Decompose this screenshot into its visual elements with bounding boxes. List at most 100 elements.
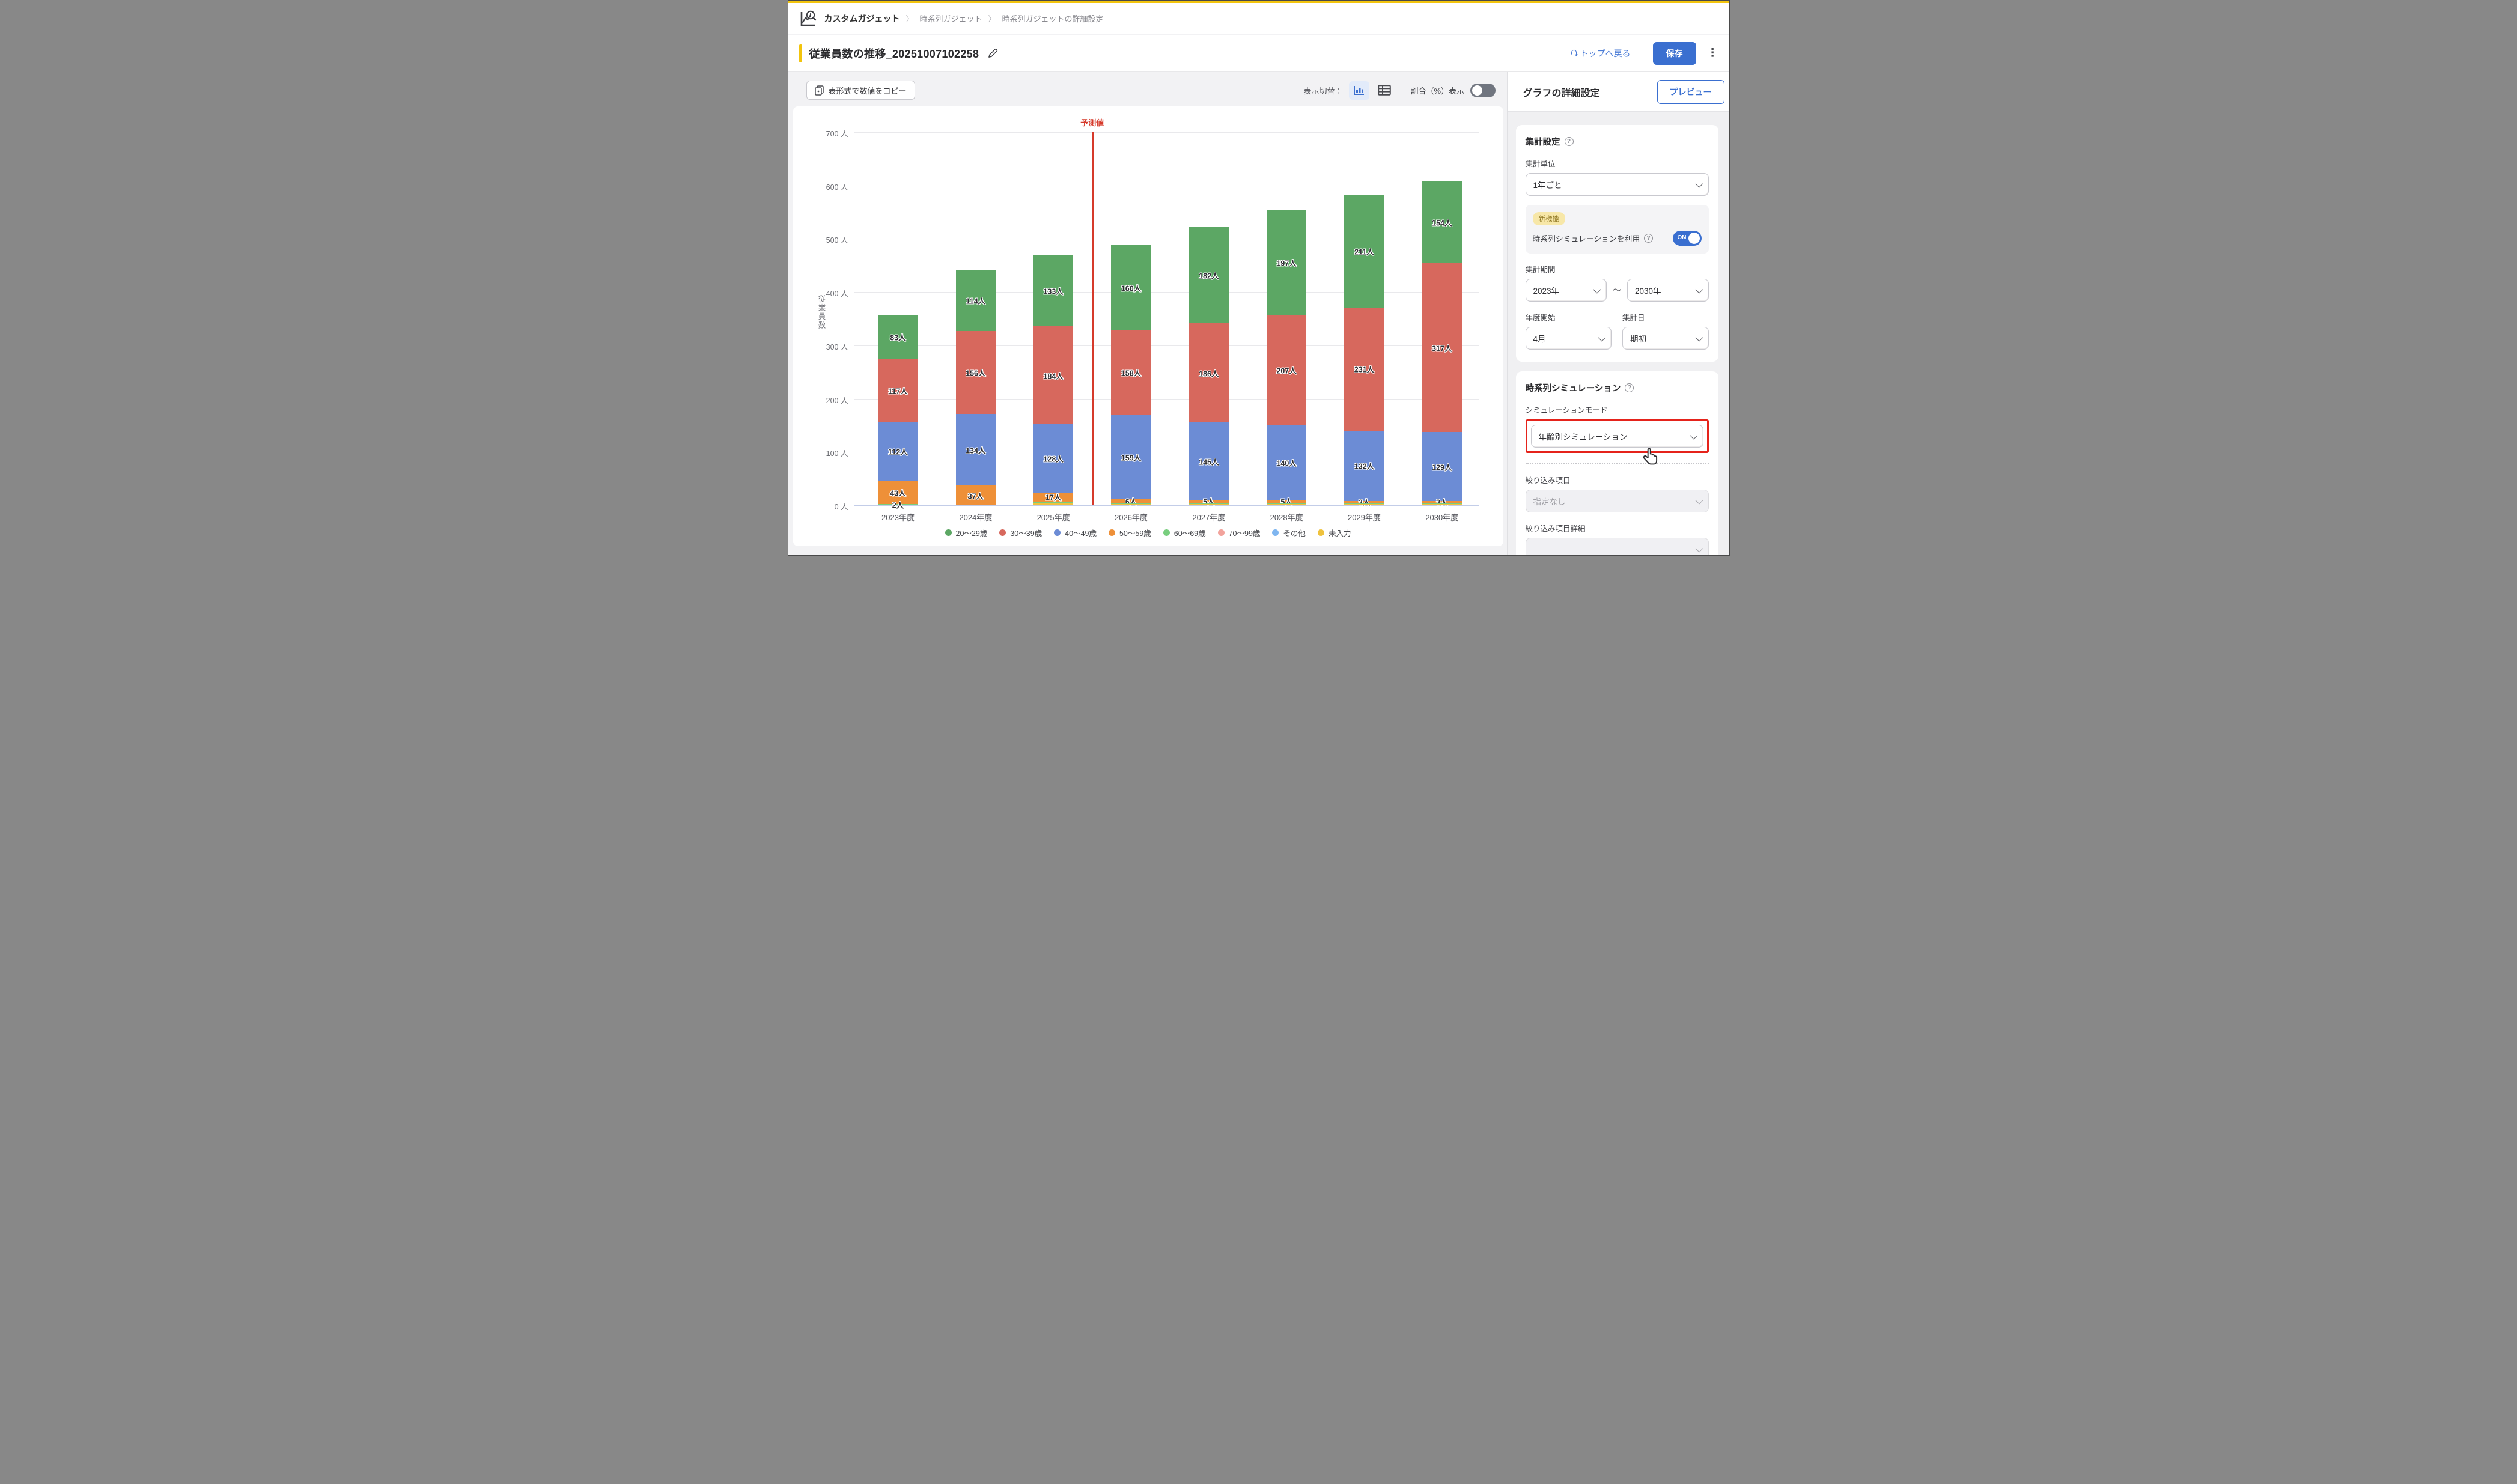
help-icon[interactable]: ? <box>1644 234 1653 243</box>
bar-segment-未入力[interactable] <box>1344 504 1384 505</box>
save-button[interactable]: 保存 <box>1653 42 1696 65</box>
legend-label: 60〜69歳 <box>1174 527 1206 538</box>
bar-segment-20〜29歳[interactable]: 182人 <box>1189 227 1229 323</box>
legend-item-30〜39歳[interactable]: 30〜39歳 <box>999 527 1042 538</box>
bar-segment-label: 182人 <box>1199 269 1219 281</box>
bar-segment-20〜29歳[interactable]: 211人 <box>1344 195 1384 308</box>
bar-segment-40〜49歳[interactable]: 159人 <box>1111 415 1151 499</box>
y-gridline <box>854 345 1479 346</box>
legend-item-その他[interactable]: その他 <box>1272 527 1306 538</box>
breadcrumb-bar: カスタムガジェット 〉 時系列ガジェット 〉 時系列ガジェットの詳細設定 <box>788 3 1729 34</box>
bar-segment-label: 129人 <box>1432 461 1452 472</box>
help-icon[interactable]: ? <box>1565 137 1574 146</box>
legend-item-60〜69歳[interactable]: 60〜69歳 <box>1163 527 1206 538</box>
aggregation-unit-label: 集計単位 <box>1526 157 1709 169</box>
use-simulation-toggle[interactable]: ON <box>1673 231 1702 246</box>
bar-segment-label: 114人 <box>966 295 985 306</box>
fiscal-start-select[interactable]: 4月 <box>1526 327 1612 350</box>
breadcrumb-item-timeseries-gadget[interactable]: 時系列ガジェット <box>920 13 982 24</box>
legend-item-50〜59歳[interactable]: 50〜59歳 <box>1109 527 1151 538</box>
bar-2025年度[interactable]: 133人 184人 128人17人 <box>1033 255 1073 505</box>
legend-label: 40〜49歳 <box>1065 527 1097 538</box>
chart-legend: 20〜29歳 30〜39歳 40〜49歳 50〜59歳 60〜69歳 70〜99歳その他 未… <box>793 527 1503 538</box>
chevron-down-icon <box>1695 544 1703 552</box>
bar-segment-50〜59歳[interactable]: 17人 <box>1033 493 1073 502</box>
bar-segment-40〜49歳[interactable]: 129人 <box>1422 432 1462 500</box>
legend-item-未入力[interactable]: 未入力 <box>1318 527 1351 538</box>
breadcrumb-item-custom-gadget[interactable]: カスタムガジェット <box>824 13 900 25</box>
y-axis-tick-label: 300 人 <box>805 341 848 352</box>
bar-2030年度[interactable]: 154人317人129人3人 <box>1422 181 1462 505</box>
legend-label: 30〜39歳 <box>1010 527 1042 538</box>
legend-dot <box>1272 529 1279 536</box>
aggregation-day-select[interactable]: 期初 <box>1622 327 1709 350</box>
bar-segment-未入力[interactable] <box>1189 504 1229 505</box>
legend-item-20〜29歳[interactable]: 20〜29歳 <box>945 527 988 538</box>
bar-segment-30〜39歳[interactable]: 317人 <box>1422 263 1462 432</box>
y-axis-tick-label: 100 人 <box>805 447 848 458</box>
bar-segment-未入力[interactable] <box>1033 503 1073 505</box>
y-gridline <box>854 292 1479 293</box>
bar-segment-20〜29歳[interactable]: 114人 <box>956 270 996 331</box>
preview-button[interactable]: プレビュー <box>1657 80 1724 104</box>
bar-segment-未入力[interactable] <box>1267 504 1306 505</box>
bar-segment-30〜39歳[interactable]: 231人 <box>1344 308 1384 431</box>
bar-segment-20〜29歳[interactable]: 133人 <box>1033 255 1073 326</box>
bar-2023年度[interactable]: 83人117人112人43人2人 <box>878 315 918 505</box>
bar-segment-40〜49歳[interactable]: 128人 <box>1033 424 1073 493</box>
bar-segment-label: 184人 <box>1043 369 1063 381</box>
edit-title-icon[interactable] <box>987 47 999 59</box>
bar-segment-20〜29歳[interactable]: 154人 <box>1422 181 1462 264</box>
settings-panel-header: グラフの詳細設定 プレビュー <box>1508 72 1730 112</box>
simulation-mode-select[interactable]: 年齢別シミュレーション <box>1531 425 1703 448</box>
chart-view-button[interactable] <box>1349 81 1369 100</box>
period-to-select[interactable]: 2030年 <box>1627 279 1709 302</box>
bar-2028年度[interactable]: 197人207人140人5人 <box>1267 210 1306 505</box>
fiscal-start-label: 年度開始 <box>1526 311 1612 323</box>
bar-segment-20〜29歳[interactable]: 83人 <box>878 315 918 359</box>
bar-2024年度[interactable]: 114人 156人134人37人 <box>956 270 996 505</box>
bar-segment-40〜49歳[interactable]: 132人 <box>1344 431 1384 501</box>
bar-segment-20〜29歳[interactable]: 160人 <box>1111 245 1151 330</box>
legend-dot <box>1163 529 1170 536</box>
bar-2026年度[interactable]: 160人158人159人6人 <box>1111 245 1151 505</box>
aggregation-unit-select[interactable]: 1年ごと <box>1526 173 1709 196</box>
back-to-top-link[interactable]: ⮌ トップへ戻る <box>1569 45 1631 61</box>
bar-2027年度[interactable]: 182人186人145人5人 <box>1189 227 1229 505</box>
bar-segment-60〜69歳[interactable]: 2人 <box>878 504 918 505</box>
bar-segment-30〜39歳[interactable]: 184人 <box>1033 326 1073 424</box>
x-axis-tick-label: 2030年度 <box>1409 511 1475 523</box>
bar-segment-label: 207人 <box>1276 365 1296 376</box>
bar-segment-40〜49歳[interactable]: 140人 <box>1267 425 1306 500</box>
y-axis-tick-label: 500 人 <box>805 234 848 245</box>
bar-segment-40〜49歳[interactable]: 145人 <box>1189 422 1229 500</box>
bar-segment-40〜49歳[interactable]: 112人 <box>878 422 918 481</box>
bar-segment-30〜39歳[interactable]: 117人 <box>878 359 918 422</box>
bar-segment-label: 160人 <box>1121 282 1141 294</box>
aggregation-settings-heading: 集計設定 ? <box>1526 135 1709 148</box>
bar-segment-30〜39歳[interactable]: 207人 <box>1267 315 1306 425</box>
bar-segment-30〜39歳[interactable]: 158人 <box>1111 330 1151 415</box>
filter-item-select[interactable]: 指定なし <box>1526 490 1709 512</box>
bar-segment-20〜29歳[interactable]: 197人 <box>1267 210 1306 315</box>
table-view-button[interactable] <box>1374 81 1395 100</box>
bar-segment-40〜49歳[interactable]: 134人 <box>956 414 996 485</box>
percent-display-toggle[interactable] <box>1470 84 1496 97</box>
y-axis-tick-label: 200 人 <box>805 394 848 406</box>
kebab-menu-icon[interactable]: ⋮ <box>1707 46 1718 60</box>
bar-2029年度[interactable]: 211人231人132人3人 <box>1344 195 1384 505</box>
help-icon[interactable]: ? <box>1625 383 1634 392</box>
bar-segment-label: 317人 <box>1432 342 1452 353</box>
bar-segment-label: 186人 <box>1199 367 1219 379</box>
bar-segment-30〜39歳[interactable]: 186人 <box>1189 323 1229 422</box>
legend-item-70〜99歳[interactable]: 70〜99歳 <box>1218 527 1261 538</box>
legend-item-40〜49歳[interactable]: 40〜49歳 <box>1054 527 1097 538</box>
bar-segment-未入力[interactable] <box>1111 504 1151 505</box>
bar-segment-未入力[interactable] <box>1422 504 1462 505</box>
copy-table-values-button[interactable]: 表形式で数値をコピー <box>806 81 915 100</box>
bar-segment-50〜59歳[interactable]: 37人 <box>956 485 996 505</box>
filter-item-detail-select[interactable] <box>1526 538 1709 556</box>
use-simulation-label: 時系列シミュレーションを利用 <box>1533 233 1640 244</box>
bar-segment-30〜39歳[interactable]: 156人 <box>956 331 996 414</box>
period-from-select[interactable]: 2023年 <box>1526 279 1607 302</box>
